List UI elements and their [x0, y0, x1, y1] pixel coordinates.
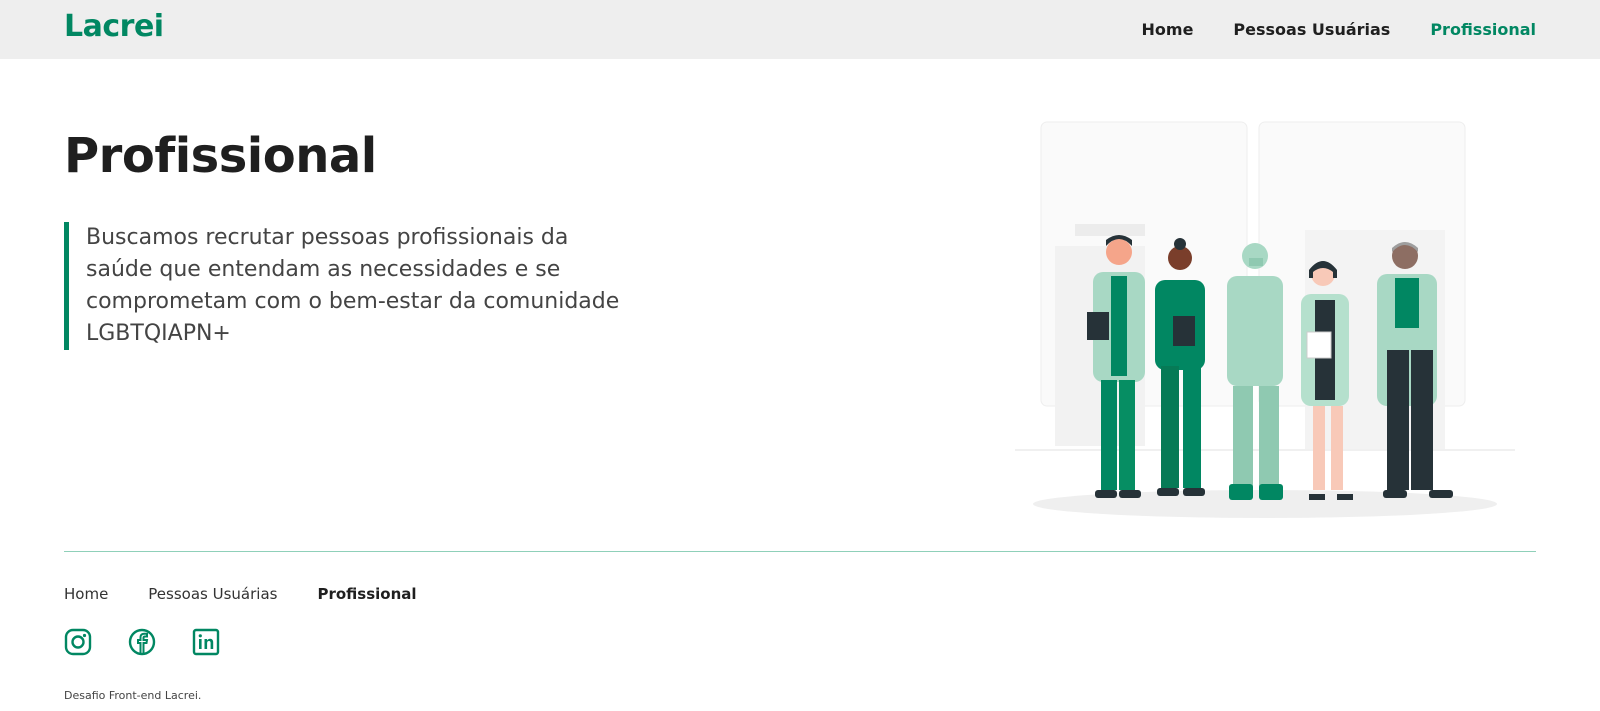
nav-home-link[interactable]: Home	[1142, 20, 1194, 39]
healthcare-team-illustration	[1015, 120, 1535, 530]
facebook-icon[interactable]	[128, 628, 156, 656]
footer-divider	[64, 551, 1536, 552]
linkedin-icon[interactable]	[192, 628, 220, 656]
intro-quote: Buscamos recrutar pessoas profissionais …	[64, 222, 624, 350]
instagram-icon[interactable]	[64, 628, 92, 656]
top-header: Lacrei Home Pessoas Usuárias Profissiona…	[0, 0, 1600, 59]
footer-home-link[interactable]: Home	[64, 585, 108, 603]
footer-pessoas-usuarias-link[interactable]: Pessoas Usuárias	[148, 585, 277, 603]
copyright-text: Desafio Front-end Lacrei.	[64, 689, 202, 702]
logo[interactable]: Lacrei	[64, 9, 164, 44]
nav-pessoas-usuarias-link[interactable]: Pessoas Usuárias	[1233, 20, 1390, 39]
page-title: Profissional	[64, 128, 377, 184]
main-nav: Home Pessoas Usuárias Profissional	[1142, 20, 1536, 39]
footer-nav: Home Pessoas Usuárias Profissional	[64, 585, 417, 603]
footer-profissional-link[interactable]: Profissional	[317, 585, 416, 603]
nav-profissional-link[interactable]: Profissional	[1430, 20, 1536, 39]
social-links	[64, 628, 220, 656]
